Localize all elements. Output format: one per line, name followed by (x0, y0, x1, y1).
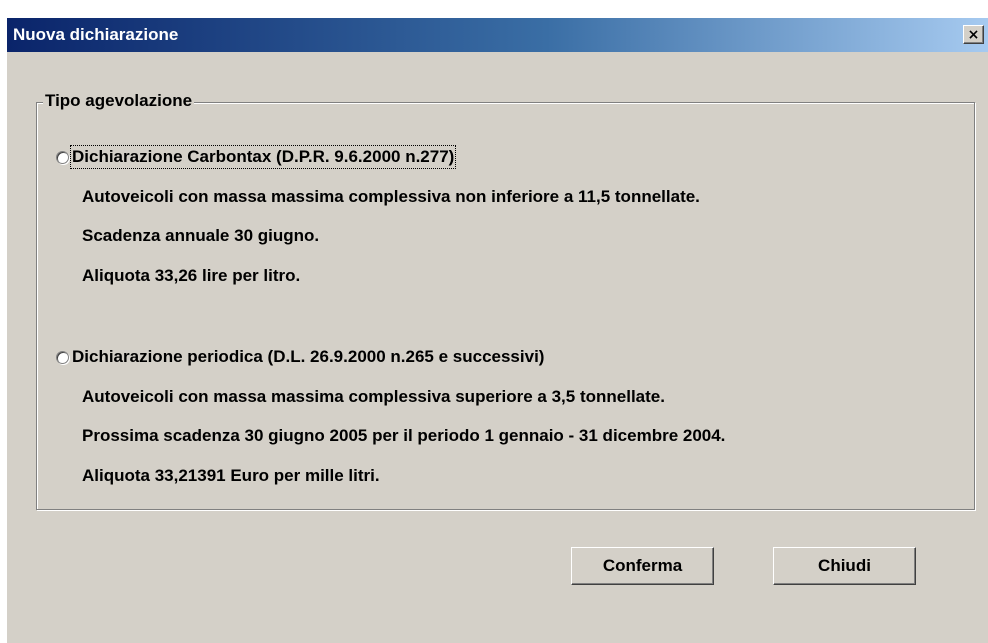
periodica-desc-line-3: Aliquota 33,21391 Euro per mille litri. (82, 466, 380, 485)
conferma-button[interactable]: Conferma (571, 547, 714, 585)
radio-carbontax[interactable]: Dichiarazione Carbontax (D.P.R. 9.6.2000… (56, 145, 457, 169)
close-window-button[interactable]: × (963, 25, 984, 44)
chiudi-button[interactable]: Chiudi (773, 547, 916, 585)
periodica-desc-line-2: Prossima scadenza 30 giugno 2005 per il … (82, 426, 726, 445)
carbontax-desc-line-2: Scadenza annuale 30 giugno. (82, 226, 320, 245)
radio-carbontax-label[interactable]: Dichiarazione Carbontax (D.P.R. 9.6.2000… (69, 145, 457, 169)
periodica-desc-line-1: Autoveicoli con massa massima complessiv… (82, 387, 665, 406)
radio-periodica-label[interactable]: Dichiarazione periodica (D.L. 26.9.2000 … (72, 347, 544, 367)
carbontax-desc-line-1: Autoveicoli con massa massima complessiv… (82, 187, 700, 206)
groupbox-legend: Tipo agevolazione (43, 91, 195, 111)
radio-button-icon[interactable] (56, 350, 69, 364)
dialog-window: Nuova dichiarazione × Tipo agevolazione … (6, 17, 988, 643)
window-title: Nuova dichiarazione (13, 25, 179, 44)
close-icon: × (967, 26, 980, 43)
radio-periodica[interactable]: Dichiarazione periodica (D.L. 26.9.2000 … (56, 347, 544, 367)
carbontax-desc-line-3: Aliquota 33,26 lire per litro. (82, 266, 301, 285)
radio-button-icon[interactable] (56, 150, 69, 164)
title-bar[interactable]: Nuova dichiarazione × (7, 18, 988, 52)
